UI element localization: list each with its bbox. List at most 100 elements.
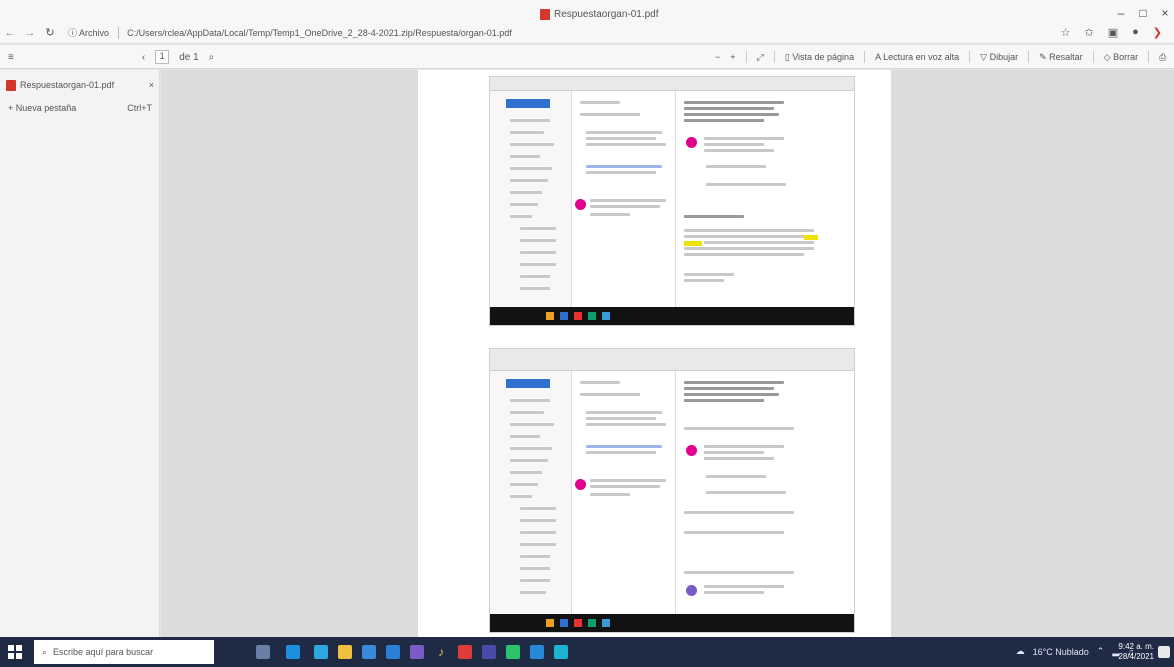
music-icon[interactable]: ♪: [434, 645, 448, 659]
system-tray: ☁ 16°C Nublado ⌃ ▂ ♫: [1016, 646, 1134, 657]
windows-taskbar: ⌕ Escribe aquí para buscar ♪ ☁ 16°C Nubl…: [0, 637, 1174, 667]
fit-page-button[interactable]: ⤢: [757, 52, 764, 63]
toolbar-divider: [745, 51, 747, 63]
embedded-new-mail-button: [506, 379, 550, 388]
browser-toolbar-icons: ☆ ✩ ▣ ● ❯: [1061, 26, 1162, 39]
print-icon[interactable]: ⎙: [1159, 52, 1166, 63]
window-title: Respuestaorgan-01.pdf: [540, 9, 659, 20]
pdf-viewer[interactable]: [161, 70, 1174, 637]
embedded-sender-avatar: [686, 137, 697, 148]
contents-menu-icon[interactable]: ≡: [8, 52, 14, 63]
draw-label: Dibujar: [989, 51, 1019, 62]
page-total: de 1: [179, 51, 199, 63]
mail-icon[interactable]: [386, 645, 400, 659]
url-field[interactable]: ⓘ Archivo C:/Users/rclea/AppData/Local/T…: [68, 26, 512, 40]
info-icon[interactable]: ⓘ: [68, 28, 77, 38]
embedded-mail-list: [572, 371, 676, 614]
page-number-input[interactable]: 1: [155, 50, 170, 64]
embedded-nav: [490, 371, 572, 614]
toolbar-divider: [1092, 51, 1094, 63]
embedded-avatar: [575, 199, 586, 210]
forward-button[interactable]: →: [20, 27, 40, 39]
favorites-icon[interactable]: ✩: [1085, 26, 1094, 39]
close-tab-icon[interactable]: ×: [149, 80, 154, 90]
draw-button[interactable]: ▽ Dibujar: [980, 52, 1018, 63]
toolbar-divider: [969, 51, 971, 63]
pdf-tab-icon: [6, 79, 16, 91]
embedded-screenshot-1: [489, 76, 855, 326]
clock-date: 28/4/2021: [1118, 652, 1154, 661]
embedded-reading-pane: [676, 371, 854, 614]
page-view-button[interactable]: ▯ Vista de página: [785, 52, 854, 63]
minimize-button[interactable]: –: [1112, 6, 1130, 20]
app-icon-3[interactable]: [530, 645, 544, 659]
clock-time: 9:42 a. m.: [1118, 642, 1154, 651]
app-icon[interactable]: [314, 645, 328, 659]
embedded-mail-list: [572, 91, 676, 307]
profile-icon[interactable]: ●: [1132, 26, 1139, 39]
taskbar-search-field[interactable]: ⌕ Escribe aquí para buscar: [34, 640, 214, 664]
notification-icon[interactable]: [1158, 646, 1170, 658]
embedded-taskbar: [490, 307, 854, 325]
chevron-left-icon[interactable]: ‹: [142, 52, 145, 63]
collections-icon[interactable]: ▣: [1108, 26, 1118, 39]
erase-label: Borrar: [1113, 51, 1139, 62]
embedded-header: [490, 77, 854, 91]
embedded-reply-avatar: [686, 585, 697, 596]
taskbar-clock[interactable]: 9:42 a. m. 28/4/2021: [1118, 642, 1154, 662]
back-button[interactable]: ←: [0, 27, 20, 39]
teams-icon[interactable]: [410, 645, 424, 659]
weather-icon[interactable]: ☁: [1016, 646, 1025, 657]
app-icon-4[interactable]: [554, 645, 568, 659]
weather-text[interactable]: 16°C Nublado: [1033, 647, 1089, 657]
erase-button[interactable]: ◇ Borrar: [1104, 52, 1138, 63]
pdf-file-icon: [540, 9, 550, 20]
edge-icon[interactable]: [286, 645, 300, 659]
embedded-taskbar: [490, 614, 854, 632]
read-aloud-label: Lectura en voz alta: [883, 52, 960, 62]
page-view-label: Vista de página: [792, 51, 855, 62]
new-tab-button[interactable]: + Nueva pestaña Ctrl+T: [8, 103, 152, 113]
toolbar-divider: [864, 51, 866, 63]
embedded-screenshot-2: [489, 348, 855, 633]
tab-active-pdf[interactable]: Respuestaorgan-01.pdf ×: [6, 76, 154, 94]
embedded-new-mail-button: [506, 99, 550, 108]
read-aloud-button[interactable]: A Lectura en voz alta: [875, 52, 959, 62]
chevron-up-icon[interactable]: ⌃: [1097, 646, 1105, 657]
new-tab-text: Nueva pestaña: [15, 103, 77, 113]
embedded-reading-pane: [676, 91, 854, 307]
toolbar-divider: [773, 51, 775, 63]
new-tab-label: + Nueva pestaña: [8, 103, 77, 113]
embedded-nav: [490, 91, 572, 307]
highlight-button[interactable]: ✎ Resaltar: [1039, 52, 1083, 63]
tab-title: Respuestaorgan-01.pdf: [20, 80, 115, 90]
star-icon[interactable]: ☆: [1061, 26, 1071, 39]
file-explorer-icon[interactable]: [338, 645, 352, 659]
address-bar: ← → ↻ ⓘ Archivo C:/Users/rclea/AppData/L…: [0, 22, 1174, 44]
window-title-text: Respuestaorgan-01.pdf: [554, 9, 659, 20]
taskbar-search-placeholder: Escribe aquí para buscar: [53, 647, 154, 657]
search-icon: ⌕: [42, 646, 48, 657]
office-icon[interactable]: [458, 645, 472, 659]
zoom-out-button[interactable]: −: [715, 52, 720, 62]
pdf-page: [418, 70, 891, 637]
task-view-icon[interactable]: [256, 645, 270, 659]
refresh-button[interactable]: ↻: [40, 26, 60, 39]
store-icon[interactable]: [362, 645, 376, 659]
url-divider: [117, 27, 119, 40]
embedded-sender-avatar: [686, 445, 697, 456]
search-icon[interactable]: ⌕: [209, 52, 215, 63]
pdf-toolbar: ≡ ‹ 1 de 1 ⌕ − + ⤢ ▯ Vista de página A L…: [0, 45, 1174, 69]
scheme-label: Archivo: [79, 27, 110, 38]
zoom-in-button[interactable]: +: [730, 52, 735, 62]
whatsapp-icon[interactable]: [506, 645, 520, 659]
close-button[interactable]: ×: [1156, 6, 1174, 20]
app-icon-2[interactable]: [482, 645, 496, 659]
windows-start-icon[interactable]: [8, 645, 22, 659]
tab-sidebar: Respuestaorgan-01.pdf × + Nueva pestaña …: [0, 70, 160, 637]
toolbar-divider: [1148, 51, 1150, 63]
maximize-button[interactable]: □: [1134, 6, 1152, 20]
menu-icon[interactable]: ❯: [1153, 26, 1162, 39]
toolbar-divider: [1028, 51, 1030, 63]
embedded-browser-tabs: [490, 349, 854, 371]
